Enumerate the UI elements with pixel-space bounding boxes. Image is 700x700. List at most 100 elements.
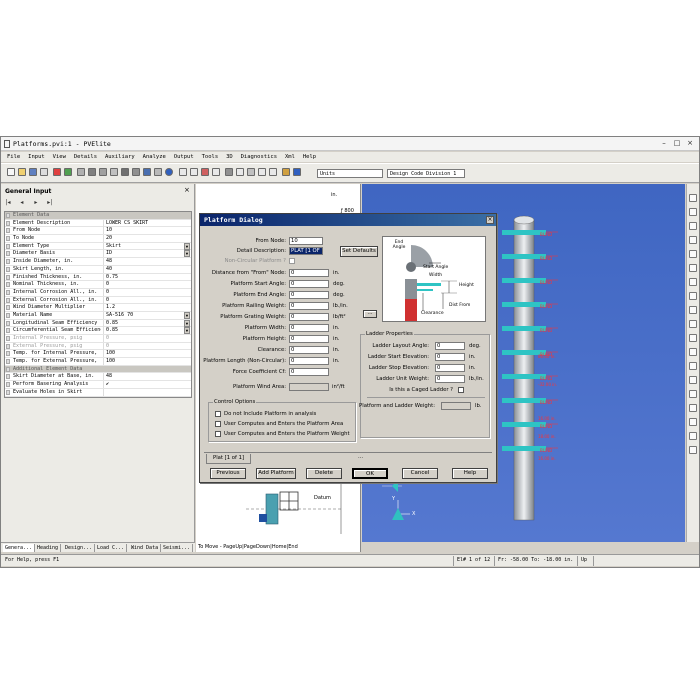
clearance-field[interactable]: 0 (289, 346, 329, 354)
pan-icon[interactable] (689, 362, 697, 370)
body-flange-icon[interactable] (121, 168, 129, 176)
run-icon[interactable] (64, 168, 72, 176)
ladder-stop-elev-field[interactable]: 0 (435, 364, 465, 372)
previous-button[interactable]: Previous (210, 468, 246, 479)
force-icon[interactable] (269, 168, 277, 176)
last-icon[interactable]: ▸| (46, 199, 54, 206)
platform-height-field[interactable]: 0 (289, 335, 329, 343)
collapse-icon[interactable] (6, 366, 10, 372)
measure-icon[interactable] (689, 418, 697, 426)
property-value[interactable]: 48 (103, 373, 191, 381)
wireframe-icon[interactable] (689, 306, 697, 314)
tab-platform-1[interactable]: Plat [1 of 1] (206, 454, 252, 464)
delete-icon[interactable] (212, 168, 220, 176)
skirt-icon[interactable] (132, 168, 140, 176)
property-value[interactable]: 0.75 (103, 273, 191, 281)
view-bottom-icon[interactable] (689, 264, 697, 272)
property-value[interactable]: LOWER CS SKIRT (103, 219, 191, 227)
stop-icon[interactable] (53, 168, 61, 176)
force-coefficient-field[interactable]: 0 (289, 368, 329, 376)
platform-length-field[interactable]: 0 (289, 357, 329, 365)
arrow-right-icon[interactable] (190, 168, 198, 176)
property-row[interactable]: Element Type Skirt ▼ (5, 242, 191, 251)
head-icon[interactable] (99, 168, 107, 176)
property-row[interactable]: Perform Basering Analysis ✔ (5, 381, 191, 389)
close-button[interactable]: × (685, 139, 695, 148)
prev-icon[interactable]: ◂ (18, 199, 26, 206)
globe-icon[interactable] (165, 168, 173, 176)
arrow-left-icon[interactable] (179, 168, 187, 176)
tab-design[interactable]: Design... (63, 544, 96, 552)
tray-icon[interactable] (247, 168, 255, 176)
menu-tools[interactable]: Tools (202, 152, 219, 162)
property-row[interactable]: Skirt Length, in. 40 (5, 265, 191, 274)
first-icon[interactable]: |◂ (4, 199, 12, 206)
property-row[interactable]: Nominal Thickness, in. 0 (5, 281, 191, 289)
user-weight-checkbox[interactable] (215, 431, 221, 437)
shell-icon[interactable] (77, 168, 85, 176)
property-value[interactable]: ID (103, 250, 191, 258)
property-row[interactable]: Inside Diameter, in. 48 (5, 258, 191, 266)
panel-close-icon[interactable]: × (184, 186, 190, 194)
property-row[interactable]: Wind Diameter Multiplier 1.2 (5, 304, 191, 312)
user-area-checkbox[interactable] (215, 421, 221, 427)
property-row[interactable]: Skirt Diameter at Base, in. 48 (5, 373, 191, 382)
property-row[interactable]: Material Name SA-516 70 ▼ (5, 311, 191, 320)
zoom-window-icon[interactable] (689, 348, 697, 356)
property-row[interactable]: Temp. for Internal Pressure, 100 (5, 350, 191, 359)
property-row[interactable]: Element Description LOWER CS SKIRT (5, 219, 191, 228)
property-row[interactable]: Temp. for External Pressure, 100 (5, 358, 191, 366)
dropdown-icon[interactable]: ▼ (184, 311, 190, 319)
print-icon[interactable] (40, 168, 48, 176)
property-row[interactable]: From Node 10 (5, 227, 191, 236)
property-value[interactable]: 48 (103, 258, 191, 266)
menu-file[interactable]: File (7, 152, 20, 162)
property-row[interactable]: Finished Thickness, in. 0.75 (5, 273, 191, 282)
property-row[interactable]: External Corrosion All., in. 0 (5, 296, 191, 305)
start-angle-field[interactable]: 0 (289, 280, 329, 288)
lug-icon[interactable] (282, 168, 290, 176)
platform-icon[interactable] (154, 168, 162, 176)
menu-help[interactable]: Help (303, 152, 316, 162)
dropdown-icon[interactable]: ▼ (184, 242, 190, 250)
rotate-icon[interactable] (689, 376, 697, 384)
property-value[interactable]: Skirt (103, 242, 191, 250)
dropdown-icon[interactable]: ▼ (184, 250, 190, 258)
menu-3d[interactable]: 3D (226, 152, 233, 162)
menu-input[interactable]: Input (28, 152, 45, 162)
property-value[interactable]: 100 (103, 358, 191, 366)
property-value[interactable]: ✔ (103, 381, 191, 389)
property-value[interactable]: 100 (103, 350, 191, 358)
next-icon[interactable]: ▸ (32, 199, 40, 206)
cone-icon[interactable] (88, 168, 96, 176)
property-value[interactable]: 0 (103, 342, 191, 350)
ladder-start-elev-field[interactable]: 0 (435, 353, 465, 361)
property-value[interactable]: 0 (103, 288, 191, 296)
property-row[interactable]: External Pressure, psig 0 (5, 342, 191, 351)
zoom-out-icon[interactable] (689, 334, 697, 342)
menu-diagnostics[interactable]: Diagnostics (241, 152, 277, 162)
property-value[interactable]: 0 (103, 281, 191, 289)
property-value[interactable]: 40 (103, 265, 191, 273)
dialog-close-icon[interactable]: × (486, 216, 494, 224)
insert-icon[interactable] (201, 168, 209, 176)
render-icon[interactable] (689, 292, 697, 300)
grating-weight-browse-button[interactable]: ... (363, 310, 377, 318)
view-right-icon[interactable] (689, 236, 697, 244)
saddle-icon[interactable] (293, 168, 301, 176)
from-node-field[interactable]: 10 (289, 237, 323, 245)
minimize-button[interactable]: – (659, 139, 669, 148)
property-row[interactable]: To Node 20 (5, 235, 191, 243)
dropdown-icon[interactable]: ▼ (184, 319, 190, 327)
menu-output[interactable]: Output (174, 152, 194, 162)
maximize-button[interactable]: □ (672, 139, 682, 148)
delete-button[interactable]: Delete (306, 468, 342, 479)
detail-description-field[interactable]: PLAT [1 OF 1] (289, 247, 323, 255)
set-defaults-button[interactable]: Set Defaults (340, 246, 378, 257)
tab-overflow[interactable]: ... (358, 454, 363, 460)
tab-seismic[interactable]: Seismi... (161, 544, 194, 552)
grating-weight-field[interactable]: 0 (289, 313, 329, 321)
tab-general[interactable]: Genera... (3, 544, 36, 552)
weight-icon[interactable] (258, 168, 266, 176)
ring-icon[interactable] (236, 168, 244, 176)
